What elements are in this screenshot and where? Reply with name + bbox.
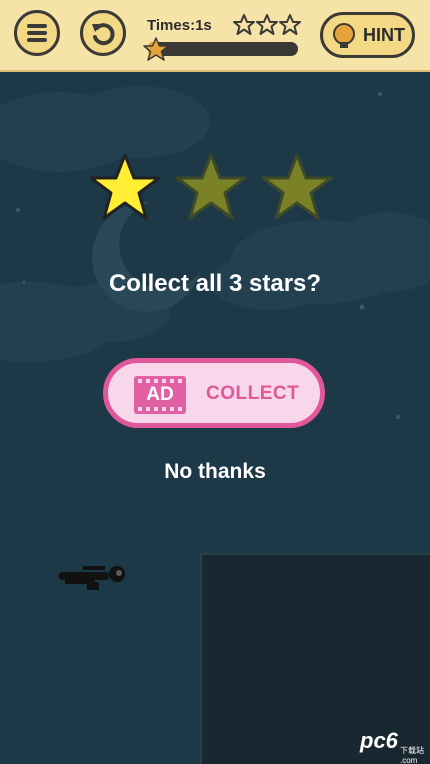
star-filled-icon [90, 153, 161, 220]
star-empty-icon [175, 153, 247, 220]
mini-star-icon [233, 14, 255, 35]
collect-button-label: COLLECT [206, 383, 300, 404]
star-empty-icon [261, 153, 333, 220]
lightbulb-icon [333, 23, 355, 48]
progress-star-icon [143, 37, 169, 61]
restart-button[interactable] [80, 10, 126, 56]
game-screen: Times:1s HINT Collect all 3 stars? AD CO… [0, 0, 430, 764]
stickman-character [59, 566, 125, 590]
top-bar: Times:1s HINT [0, 0, 430, 72]
mini-star-rating [233, 14, 301, 35]
elapsed-time-label: Times:1s [147, 17, 212, 34]
film-perforation [138, 407, 182, 411]
mini-star-icon [256, 14, 278, 35]
ad-film-icon: AD [134, 376, 186, 414]
time-progress-bar [148, 42, 298, 56]
reward-star-rating [90, 153, 333, 220]
watermark-logo-text: pc6 [360, 728, 398, 753]
no-thanks-link[interactable]: No thanks [0, 460, 430, 484]
site-watermark: pc6 下载站 .com [360, 728, 426, 764]
menu-button[interactable] [14, 10, 60, 56]
watermark-subtext: 下载站 .com [400, 746, 424, 764]
hint-button[interactable]: HINT [320, 12, 415, 58]
ad-badge-label: AD [146, 384, 174, 405]
collect-ad-button[interactable]: AD COLLECT [103, 358, 325, 428]
film-perforation [138, 379, 182, 383]
restart-arrow-icon [92, 23, 115, 46]
hamburger-menu-icon [27, 24, 47, 42]
hint-label: HINT [363, 25, 405, 45]
collect-stars-question: Collect all 3 stars? [108, 270, 322, 297]
mini-star-icon [279, 14, 301, 35]
